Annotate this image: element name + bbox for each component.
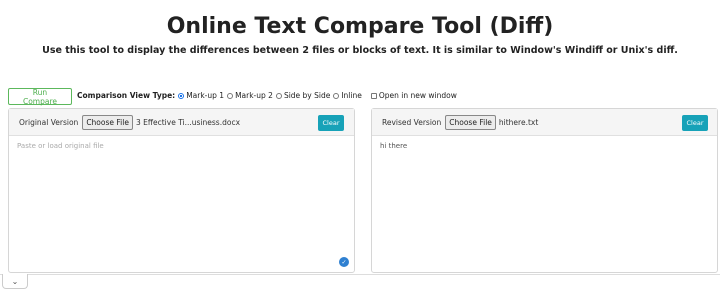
bottom-divider [0,274,720,275]
chevron-down-icon[interactable]: ⌄ [2,274,28,289]
revised-panel-header: Revised Version Choose File hithere.txt [372,109,717,136]
option-markup-2[interactable]: Mark-up 2 [227,91,273,100]
open-new-window-label: Open in new window [378,91,457,100]
option-side-by-side-label: Side by Side [283,91,331,100]
open-new-window-checkbox[interactable] [370,92,377,99]
revised-text: hi there [380,142,408,150]
page-subtitle: Use this tool to display the differences… [42,45,678,56]
revised-choose-file-button[interactable]: Choose File [445,114,496,130]
option-inline-label: Inline [341,91,362,100]
open-new-window-option[interactable]: Open in new window [365,91,457,100]
option-side-by-side[interactable]: Side by Side [275,91,331,100]
view-type-label: Comparison View Type: [77,91,176,100]
option-markup-1[interactable]: Mark-up 1 [178,91,224,100]
grammarly-icon[interactable]: ✓ [339,257,349,267]
original-file-name: 3 Effective Ti...usiness.docx [135,117,241,127]
original-text-area[interactable]: Paste or load original file [9,136,354,272]
radio-markup-2[interactable] [227,92,234,99]
page-title: Online Text Compare Tool (Diff) [166,14,554,39]
radio-markup-1[interactable] [178,92,185,99]
revised-file-name: hithere.txt [498,117,539,127]
original-placeholder: Paste or load original file [17,142,104,150]
original-version-label: Original Version [19,117,79,127]
revised-clear-button[interactable]: Clear [682,115,708,131]
original-panel-header: Original Version Choose File 3 Effective… [9,109,354,136]
view-type-options: Comparison View Type: Mark-up 1 Mark-up … [77,91,460,100]
option-markup-2-label: Mark-up 2 [235,91,273,100]
original-clear-button[interactable]: Clear [318,115,344,131]
original-panel: Original Version Choose File 3 Effective… [8,108,355,273]
revised-panel: Revised Version Choose File hithere.txt … [371,108,718,273]
run-compare-button[interactable]: Run Compare [8,88,72,106]
option-inline[interactable]: Inline [333,91,362,100]
option-markup-1-label: Mark-up 1 [186,91,225,100]
radio-inline[interactable] [333,92,340,99]
original-choose-file-button[interactable]: Choose File [82,114,133,130]
revised-text-area[interactable]: hi there [372,136,717,272]
radio-side-by-side[interactable] [275,92,282,99]
revised-version-label: Revised Version [382,117,442,127]
